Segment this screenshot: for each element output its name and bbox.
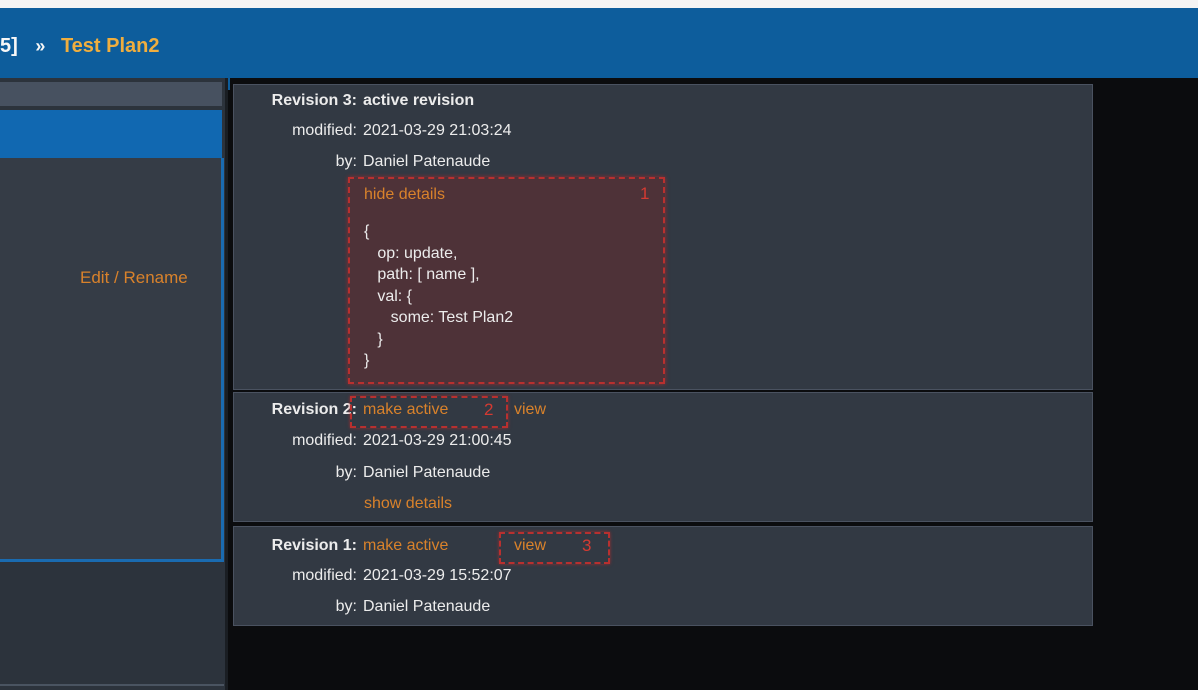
annotation-marker-1: 1	[640, 184, 650, 203]
revision-3-status: active revision	[363, 92, 475, 109]
revision-1-by-label: by:	[335, 598, 357, 615]
revision-1-modified-label: modified:	[292, 567, 357, 584]
show-details-link[interactable]: show details	[364, 495, 452, 513]
revision-2-label: Revision 2:	[271, 401, 357, 418]
revision-2-by-label: by:	[335, 464, 357, 481]
revision-1-header: Revision 1: make active	[239, 537, 449, 555]
revision-1-by-row: by: Daniel Patenaude	[239, 598, 491, 616]
revision-3-by-value: Daniel Patenaude	[363, 153, 491, 170]
revision-2-view-link[interactable]: view	[514, 401, 546, 419]
revision-3-label: Revision 3:	[271, 92, 357, 109]
revision-3-header: Revision 3: active revision	[239, 92, 475, 110]
revision-2-by-value: Daniel Patenaude	[363, 464, 491, 481]
revision-3-modified-label: modified:	[292, 122, 357, 139]
revision-3-by-row: by: Daniel Patenaude	[239, 153, 491, 171]
revision-3-details-code: { op: update, path: [ name ], val: { som…	[364, 221, 513, 372]
breadcrumb: 5] » Test Plan2	[0, 35, 160, 58]
details-code-text: { op: update, path: [ name ], val: { som…	[364, 223, 514, 369]
revision-1-modified-value: 2021-03-29 15:52:07	[363, 567, 512, 584]
hide-details-link[interactable]: hide details	[364, 186, 445, 204]
revision-2-modified-label: modified:	[292, 432, 357, 449]
breadcrumb-separator: »	[35, 36, 46, 56]
left-panel-selected-row[interactable]	[0, 110, 222, 158]
left-panel-divider	[0, 684, 224, 686]
top-header: 5] » Test Plan2	[0, 0, 1198, 90]
breadcrumb-prev[interactable]: 5]	[0, 35, 18, 57]
revision-2-modified-value: 2021-03-29 21:00:45	[363, 432, 512, 449]
revision-1-view-link[interactable]: view	[514, 537, 546, 555]
annotation-box-2	[350, 396, 508, 428]
revision-3-modified-row: modified: 2021-03-29 21:03:24	[239, 122, 512, 140]
left-panel-header-strip	[0, 82, 222, 106]
revision-2-modified-row: modified: 2021-03-29 21:00:45	[239, 432, 512, 450]
revision-1-make-active-link[interactable]: make active	[363, 537, 448, 554]
revision-3-by-label: by:	[335, 153, 357, 170]
left-panel-content-box	[0, 158, 224, 562]
annotation-marker-3: 3	[582, 536, 592, 555]
revision-1-modified-row: modified: 2021-03-29 15:52:07	[239, 567, 512, 585]
revision-1-label: Revision 1:	[271, 537, 357, 554]
edit-rename-link[interactable]: Edit / Rename	[80, 268, 188, 288]
breadcrumb-current: Test Plan2	[60, 35, 160, 57]
revision-3-modified-value: 2021-03-29 21:03:24	[363, 122, 512, 139]
revision-2-by-row: by: Daniel Patenaude	[239, 464, 491, 482]
revision-1-by-value: Daniel Patenaude	[363, 598, 491, 615]
